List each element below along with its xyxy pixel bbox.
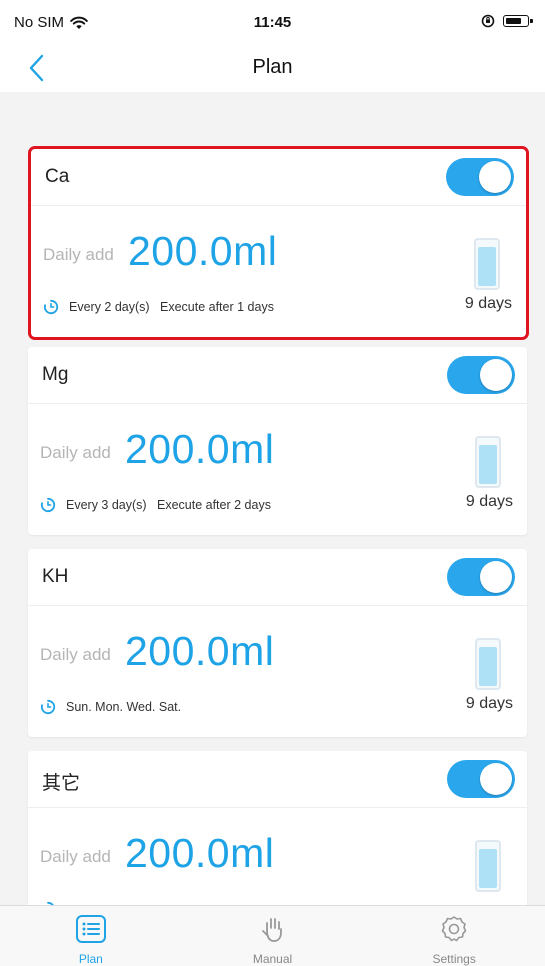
tank-level-icon <box>475 638 501 690</box>
daily-add-label: Daily add <box>43 245 114 264</box>
plan-card-header: KH <box>28 549 527 606</box>
tab-settings[interactable]: Settings <box>363 906 545 966</box>
plan-enable-toggle[interactable] <box>447 760 515 798</box>
plan-name: 其它 <box>42 773 81 794</box>
tank-fill <box>479 444 497 484</box>
tank-level-icon <box>475 840 501 892</box>
remaining-days: 9 days <box>464 295 512 312</box>
plan-card-header: 其它 <box>28 751 527 808</box>
tab-label: Manual <box>252 952 293 966</box>
plan-card-kh[interactable]: KH Daily add 200.0ml Sun. Mon. Wed. Sat.… <box>28 549 527 737</box>
schedule-info: Sun. Mon. Wed. Sat. <box>40 699 181 715</box>
plan-name: KH <box>42 566 69 587</box>
plan-list: Ca Daily add 200.0ml Every 2 day(s) Exec… <box>0 92 545 905</box>
page-title: Plan <box>252 56 293 78</box>
tank-fill <box>479 848 497 888</box>
tab-manual[interactable]: Manual <box>182 906 364 966</box>
gear-icon <box>441 916 467 942</box>
remaining-days: 9 days <box>465 695 513 712</box>
plan-name: Mg <box>42 364 69 385</box>
plan-name: Ca <box>45 166 70 187</box>
tank-level-icon <box>475 436 501 488</box>
clock-icon <box>43 299 59 315</box>
nav-bar: Plan <box>0 44 545 92</box>
clock-icon <box>40 699 56 715</box>
battery-icon <box>503 15 533 27</box>
tank-fill <box>479 646 497 686</box>
plan-enable-toggle[interactable] <box>447 356 515 394</box>
schedule-info: Every 2 day(s) Execute after 1 days <box>43 299 274 315</box>
plan-enable-toggle[interactable] <box>447 558 515 596</box>
daily-add-value: 200.0ml <box>125 426 275 472</box>
toggle-knob <box>480 359 512 391</box>
toggle-knob <box>479 161 511 193</box>
schedule-text: Sun. Mon. Wed. Sat. <box>66 700 182 714</box>
daily-add-label: Daily add <box>40 443 111 462</box>
clock-icon <box>40 497 56 513</box>
plan-enable-toggle[interactable] <box>446 158 514 196</box>
plan-card-mg[interactable]: Mg Daily add 200.0ml Every 3 day(s) Exec… <box>28 347 527 535</box>
hand-icon <box>261 918 282 942</box>
tab-plan[interactable]: Plan <box>0 906 182 966</box>
daily-add-label: Daily add <box>40 847 111 866</box>
list-icon <box>75 915 106 943</box>
status-time: 11:45 <box>253 14 292 31</box>
schedule-info: Every 3 day(s) Execute after 2 days <box>40 497 271 513</box>
orientation-lock-icon <box>481 14 495 28</box>
daily-add-value: 200.0ml <box>128 228 278 274</box>
daily-add-value: 200.0ml <box>125 830 275 876</box>
plan-card-other[interactable]: 其它 Daily add 200.0ml <box>28 751 527 905</box>
tab-label: Plan <box>78 952 103 966</box>
toggle-knob <box>480 763 512 795</box>
plan-card-ca[interactable]: Ca Daily add 200.0ml Every 2 day(s) Exec… <box>28 146 529 340</box>
tab-bar: Plan Manual Settings <box>0 905 545 966</box>
tank-level-icon <box>474 238 500 290</box>
status-bar: No SIM 11:45 <box>0 0 545 44</box>
daily-add-value: 200.0ml <box>125 628 275 674</box>
plan-card-header: Mg <box>28 347 527 404</box>
daily-add-label: Daily add <box>40 645 111 664</box>
schedule-text: Every 3 day(s) Execute after 2 days <box>66 498 271 512</box>
remaining-days: 9 days <box>465 493 513 510</box>
tab-label: Settings <box>432 952 476 966</box>
tank-fill <box>478 246 496 286</box>
status-right <box>481 14 533 28</box>
plan-card-header: Ca <box>31 149 526 206</box>
schedule-text: Every 2 day(s) Execute after 1 days <box>69 300 274 314</box>
toggle-knob <box>480 561 512 593</box>
